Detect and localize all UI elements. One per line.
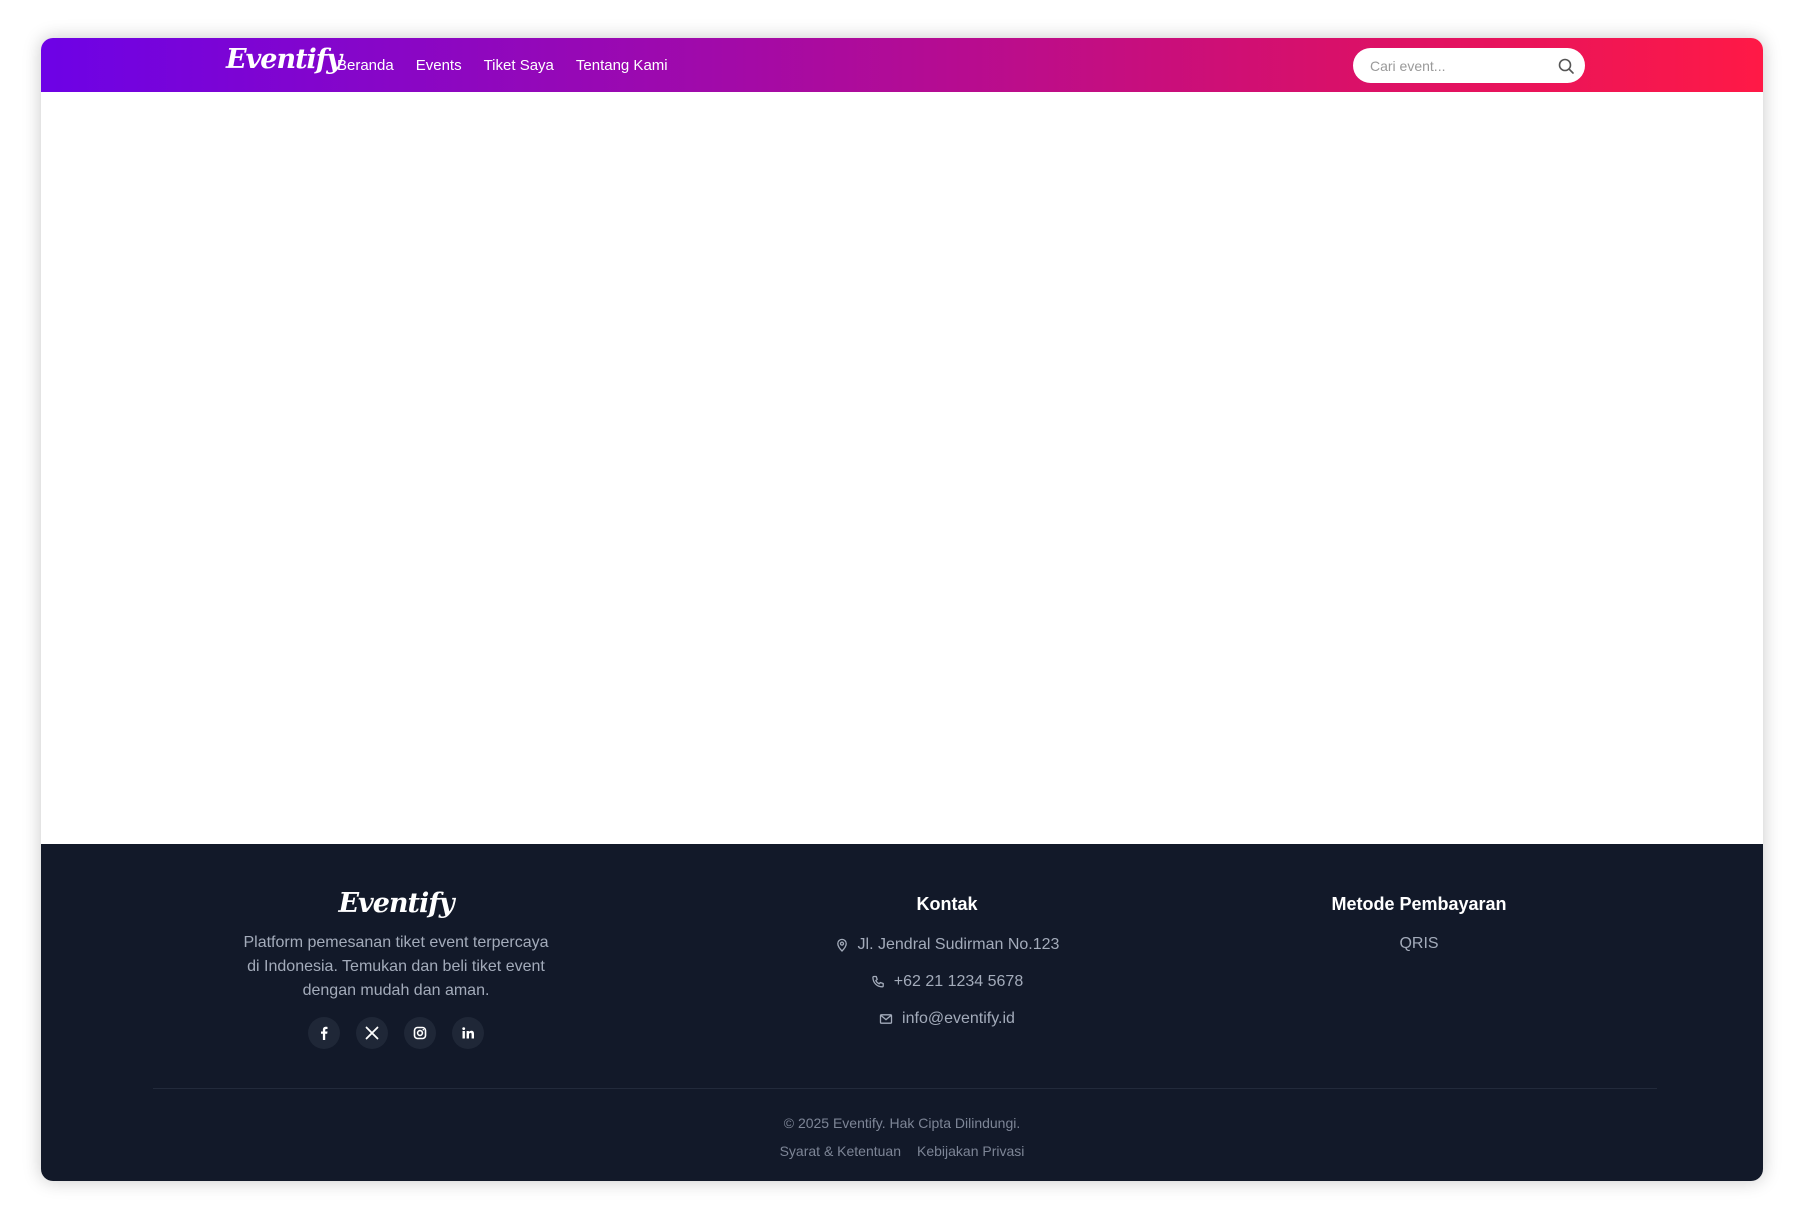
footer-brand-column: Eventify Platform pemesanan tiket event … [236, 844, 556, 1049]
contact-title: Kontak [916, 894, 978, 914]
browser-page: Eventify Beranda Events Tiket Saya Tenta… [41, 38, 1763, 1181]
address-text: Jl. Jendral Sudirman No.123 [857, 935, 1060, 953]
email-text[interactable]: info@eventify.id [902, 1010, 1015, 1028]
instagram-link[interactable] [404, 1017, 436, 1049]
payment-title: Metode Pembayaran [1331, 894, 1507, 914]
privacy-link[interactable]: Kebijakan Privasi [917, 1143, 1024, 1159]
legal-links: Syarat & Ketentuan Kebijakan Privasi [41, 1143, 1763, 1159]
search-input[interactable] [1368, 56, 1552, 75]
footer-contact-column: Kontak Jl. Jendral Sudirman No.123 +62 2… [747, 844, 1147, 1028]
search-icon[interactable] [1557, 57, 1575, 75]
instagram-icon [413, 1026, 427, 1040]
footer-divider [153, 1088, 1657, 1089]
facebook-link[interactable] [308, 1017, 340, 1049]
x-link[interactable] [356, 1017, 388, 1049]
contact-phone: +62 21 1234 5678 [747, 972, 1147, 991]
social-links [236, 1017, 556, 1049]
brand-logo[interactable]: Eventify [226, 44, 342, 75]
linkedin-icon [462, 1027, 474, 1039]
contact-email: info@eventify.id [747, 1009, 1147, 1028]
phone-text: +62 21 1234 5678 [893, 972, 1024, 990]
x-icon [365, 1026, 379, 1040]
footer-logo[interactable]: Eventify [338, 888, 454, 919]
nav-link-beranda[interactable]: Beranda [337, 57, 394, 74]
payment-method-qris: QRIS [1399, 935, 1439, 952]
main-nav: Beranda Events Tiket Saya Tentang Kami [337, 38, 690, 92]
nav-link-tentang-kami[interactable]: Tentang Kami [576, 57, 668, 74]
facebook-icon [321, 1026, 328, 1040]
navbar: Eventify Beranda Events Tiket Saya Tenta… [41, 38, 1763, 92]
brand-description: Platform pemesanan tiket event terpercay… [243, 934, 549, 999]
phone-icon [872, 975, 884, 987]
nav-link-events[interactable]: Events [416, 57, 462, 74]
mail-icon [879, 1013, 893, 1024]
footer: Eventify Platform pemesanan tiket event … [41, 844, 1763, 1181]
map-pin-icon [836, 938, 847, 952]
footer-payment-column: Metode Pembayaran QRIS [1259, 844, 1579, 953]
main-content [41, 92, 1763, 844]
terms-link[interactable]: Syarat & Ketentuan [780, 1143, 901, 1159]
search-box [1353, 48, 1585, 83]
contact-address: Jl. Jendral Sudirman No.123 [747, 935, 1147, 954]
copyright-text: © 2025 Eventify. Hak Cipta Dilindungi. [783, 1115, 1021, 1131]
linkedin-link[interactable] [452, 1017, 484, 1049]
nav-link-tiket-saya[interactable]: Tiket Saya [484, 57, 554, 74]
